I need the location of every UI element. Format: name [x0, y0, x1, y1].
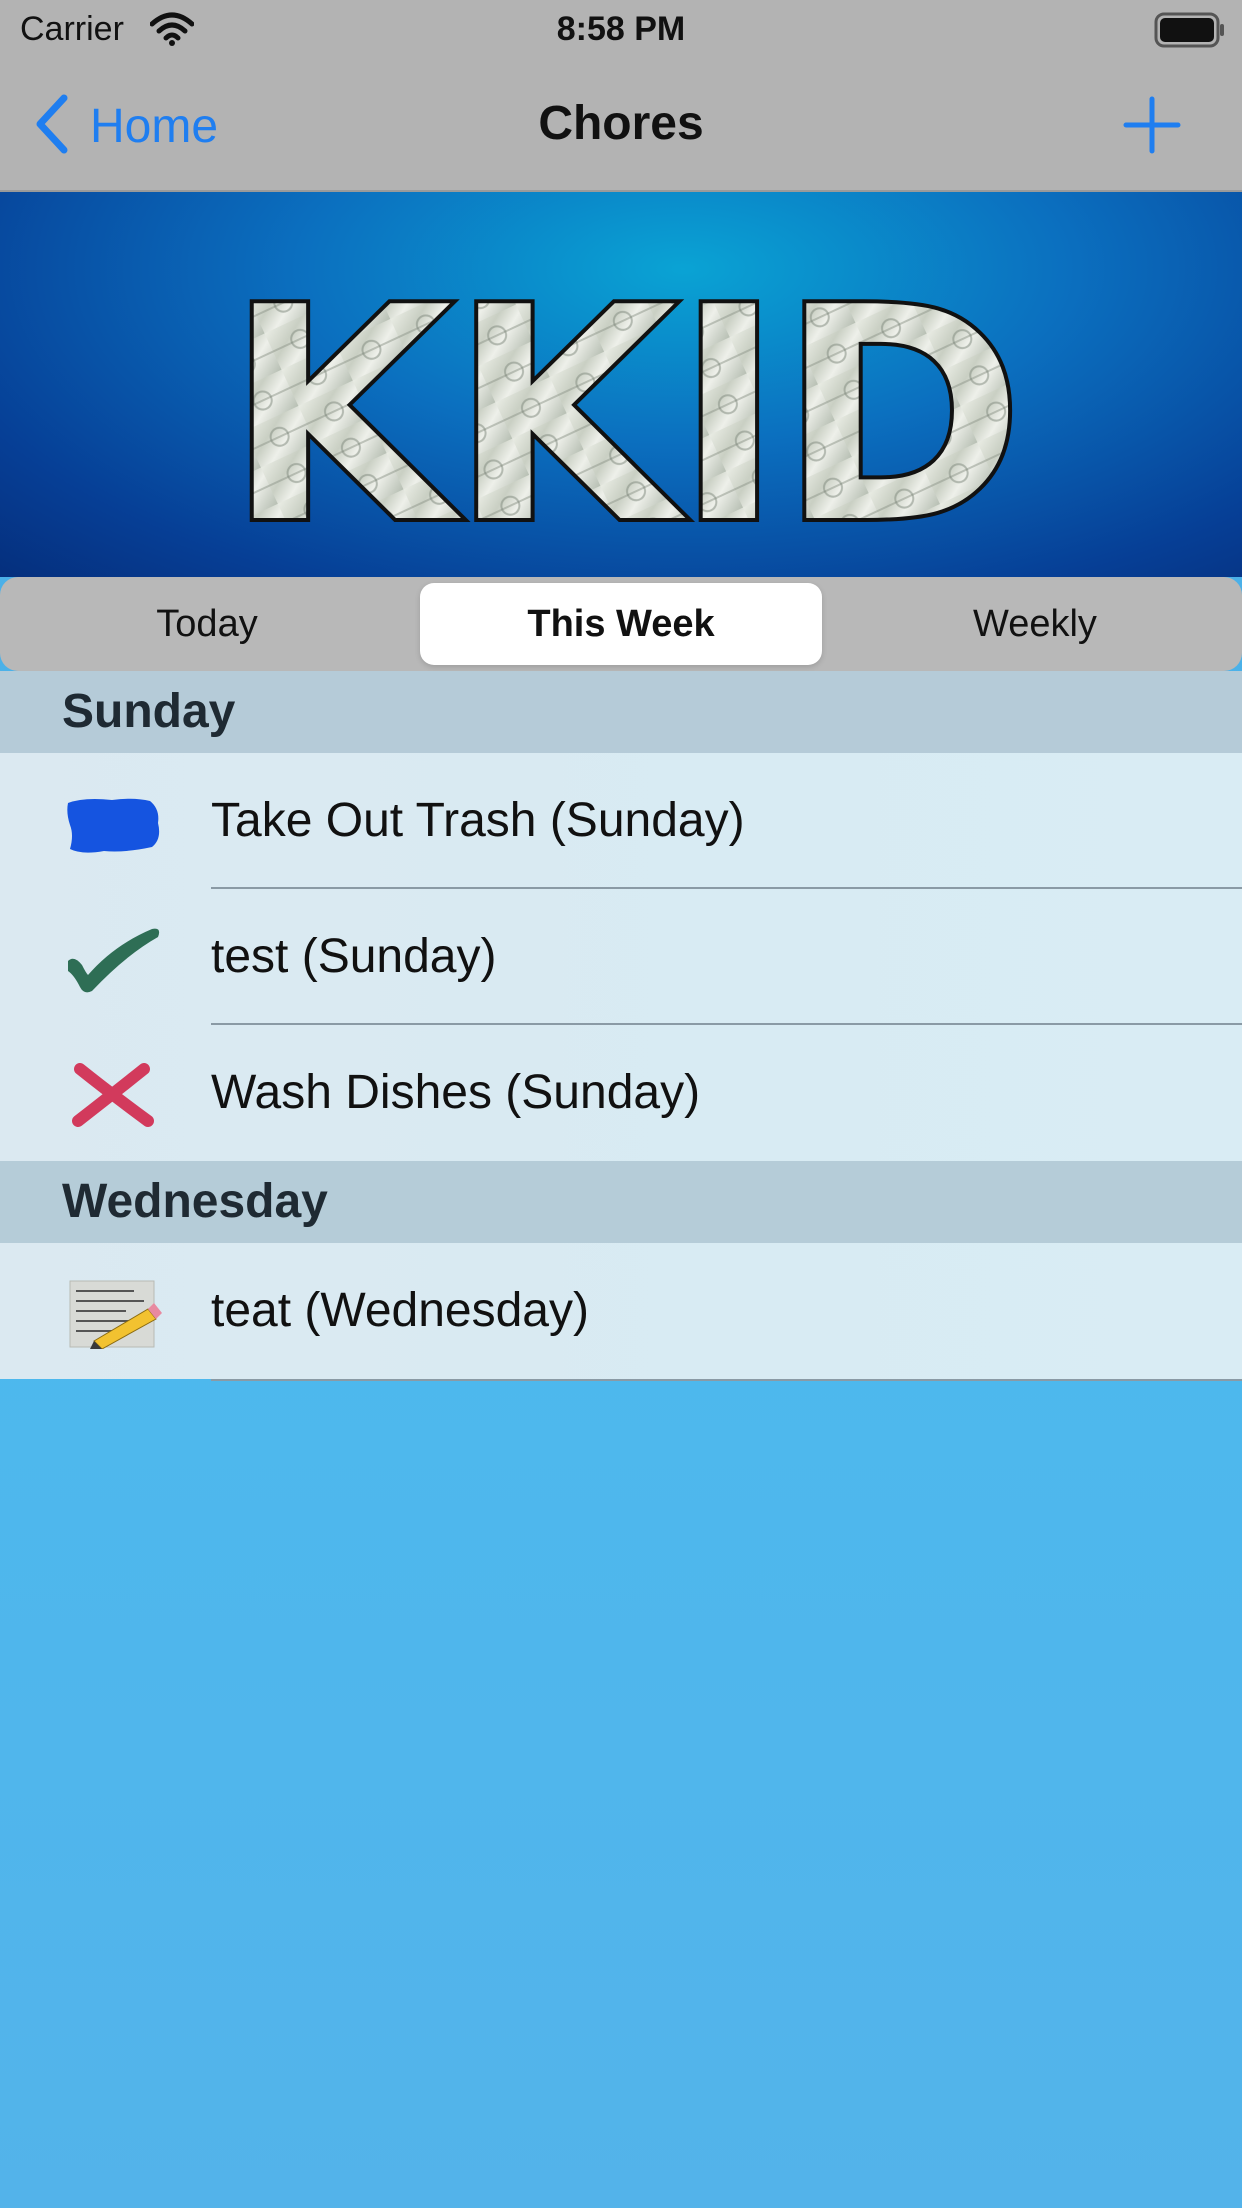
chore-label: test (Sunday)	[211, 930, 497, 983]
chore-row[interactable]: Take Out Trash (Sunday)	[0, 753, 1242, 889]
note-pencil-icon	[64, 1280, 164, 1350]
chore-label: Wash Dishes (Sunday)	[211, 1066, 701, 1119]
tab-today[interactable]: Today	[6, 583, 408, 665]
chore-row[interactable]: test (Sunday)	[0, 889, 1242, 1025]
red-x-icon	[64, 1063, 164, 1127]
page-title: Chores	[538, 97, 704, 150]
tab-this-week[interactable]: This Week	[420, 583, 822, 665]
plus-icon	[1122, 96, 1182, 159]
chore-label: Take Out Trash (Sunday)	[211, 794, 745, 847]
battery-icon	[1154, 12, 1226, 53]
kkid-banner: KKID	[0, 192, 1242, 577]
kkid-logo: KKID	[224, 242, 1018, 577]
blue-paint-swatch-icon	[64, 795, 164, 855]
green-checkmark-icon	[64, 928, 164, 993]
chore-row[interactable]: Wash Dishes (Sunday)	[0, 1025, 1242, 1161]
row-divider	[211, 1379, 1242, 1381]
chores-table: Sunday Take Out Trash (Sunday) test (Sun…	[0, 671, 1242, 1381]
status-time: 8:58 PM	[556, 10, 686, 48]
chore-label: teat (Wednesday)	[211, 1284, 589, 1337]
chore-row[interactable]: teat (Wednesday)	[0, 1243, 1242, 1381]
section-header-sunday: Sunday	[0, 671, 1242, 753]
period-segmented-control: Today This Week Weekly	[0, 577, 1242, 671]
section-header-wednesday: Wednesday	[0, 1161, 1242, 1243]
navigation-bar: Carrier 8:58 PM Home Chores	[0, 0, 1242, 192]
tab-weekly[interactable]: Weekly	[834, 583, 1236, 665]
add-chore-button[interactable]	[1122, 95, 1182, 160]
